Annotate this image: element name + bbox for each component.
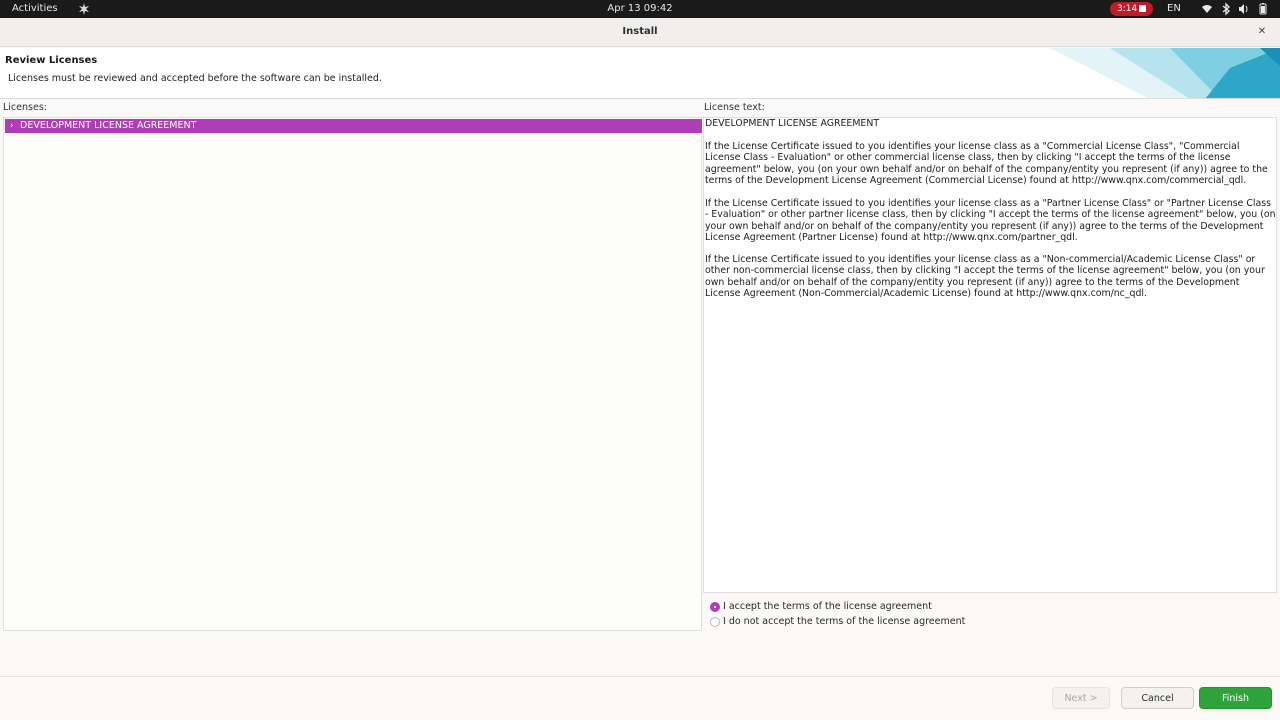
licenses-list[interactable]: › DEVELOPMENT LICENSE AGREEMENT	[3, 117, 702, 631]
language-indicator[interactable]: EN	[1167, 3, 1181, 14]
wizard-header: Review Licenses Licenses must be reviewe…	[0, 48, 1280, 99]
clock[interactable]: Apr 13 09:42	[607, 3, 672, 14]
title-bar[interactable]: Install ✕	[0, 18, 1280, 47]
next-button[interactable]: Next >	[1052, 687, 1110, 709]
recording-time: 3:14	[1117, 4, 1138, 14]
recording-indicator[interactable]: 3:14	[1110, 2, 1153, 16]
license-paragraph: If the License Certificate issued to you…	[705, 141, 1268, 187]
decline-label[interactable]: I do not accept the terms of the license…	[723, 615, 965, 629]
window-title: Install	[622, 26, 658, 37]
stop-icon	[1139, 5, 1146, 12]
finish-button[interactable]: Finish	[1199, 687, 1272, 709]
top-bar: Activities Apr 13 09:42 3:14 EN	[0, 0, 1280, 18]
accept-radio[interactable]	[710, 602, 720, 612]
license-title: DEVELOPMENT LICENSE AGREEMENT	[705, 118, 880, 129]
license-paragraph: If the License Certificate issued to you…	[705, 198, 1276, 244]
close-icon: ✕	[1257, 26, 1267, 37]
license-text-label: License text:	[704, 102, 765, 113]
licenses-label: Licenses:	[3, 102, 47, 113]
page-description: Licenses must be reviewed and accepted b…	[8, 73, 382, 84]
volume-icon[interactable]	[1238, 2, 1250, 16]
license-text-area[interactable]: DEVELOPMENT LICENSE AGREEMENT If the Lic…	[703, 117, 1277, 593]
accept-label[interactable]: I accept the terms of the license agreem…	[723, 600, 932, 614]
footer-divider	[0, 676, 1280, 677]
list-item-development-license[interactable]: › DEVELOPMENT LICENSE AGREEMENT	[5, 119, 702, 133]
battery-icon[interactable]	[1257, 2, 1269, 16]
bluetooth-icon[interactable]	[1220, 2, 1232, 16]
app-indicator-icon[interactable]	[77, 2, 91, 16]
decline-radio[interactable]	[710, 617, 720, 627]
cancel-button[interactable]: Cancel	[1121, 687, 1194, 709]
list-item-label: DEVELOPMENT LICENSE AGREEMENT	[20, 120, 197, 131]
chevron-right-icon[interactable]: ›	[10, 119, 14, 133]
wifi-icon[interactable]	[1201, 2, 1213, 16]
page-title: Review Licenses	[5, 55, 98, 66]
header-banner-graphic	[1050, 48, 1280, 98]
close-button[interactable]: ✕	[1254, 24, 1270, 40]
install-window: Install ✕ Review Licenses Licenses must …	[0, 18, 1280, 720]
activities-button[interactable]: Activities	[12, 3, 58, 14]
license-paragraph: If the License Certificate issued to you…	[705, 254, 1265, 300]
